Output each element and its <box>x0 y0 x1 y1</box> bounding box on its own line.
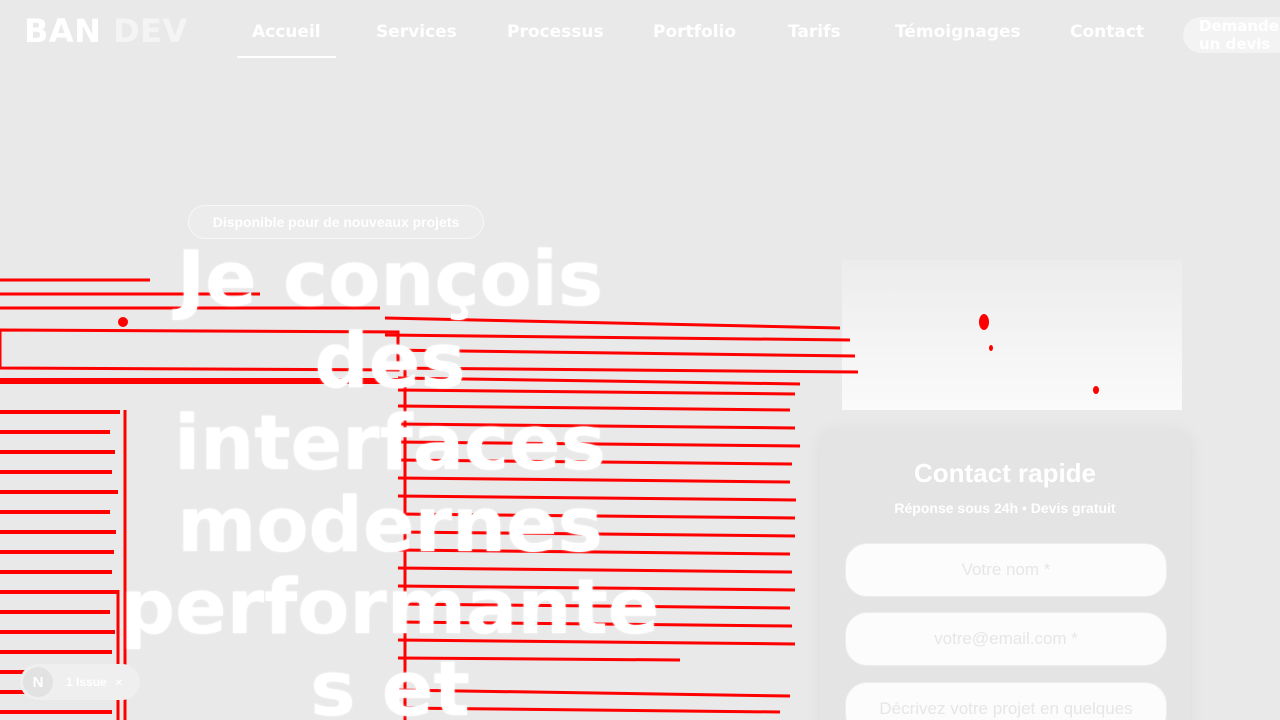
message-field[interactable] <box>845 682 1167 720</box>
email-field[interactable] <box>845 612 1167 666</box>
request-quote-line1: Demander <box>1199 17 1280 35</box>
hero-title-line: Je conçois <box>176 234 604 323</box>
hero-title-line: modernes <box>177 480 603 569</box>
nav-link-contact[interactable]: Contact <box>1070 22 1144 42</box>
nav-link-accueil[interactable]: Accueil <box>237 22 336 58</box>
nav-link-services[interactable]: Services <box>376 22 457 42</box>
nav-link-portfolio[interactable]: Portfolio <box>653 22 736 42</box>
contact-card-subtitle: Réponse sous 24h • Devis gratuit <box>894 500 1116 516</box>
nav-link-processus[interactable]: Processus <box>507 22 604 42</box>
hero-title: Je conçois des interfaces modernes perfo… <box>110 238 670 720</box>
contact-card-title: Contact rapide <box>913 458 1097 488</box>
dev-logo-icon[interactable]: N <box>23 667 53 697</box>
nav-link-temoignages[interactable]: Témoignages <box>895 22 1021 42</box>
issue-count-label[interactable]: 1 Issue <box>66 675 107 689</box>
site-header: BAN DEV Accueil Services Processus Portf… <box>0 0 1280 68</box>
dev-issues-toast[interactable]: N 1 Issue × <box>20 664 140 700</box>
hero-title-line: interfaces <box>174 398 606 487</box>
logo[interactable]: BAN DEV <box>24 12 188 50</box>
logo-light-text: DEV <box>113 12 188 50</box>
request-quote-line2: un devis <box>1199 35 1271 53</box>
name-field[interactable] <box>845 543 1167 597</box>
request-quote-button[interactable]: Demander un devis <box>1183 17 1280 53</box>
nav-link-tarifs[interactable]: Tarifs <box>788 22 841 42</box>
hero-title-line: des <box>314 316 466 405</box>
hero-title-line: performante <box>120 562 660 651</box>
close-icon[interactable]: × <box>115 674 123 690</box>
logo-strong-text: BAN <box>24 12 102 50</box>
image-artifact-specks <box>979 314 1099 394</box>
hero-title-line: s et <box>310 644 470 720</box>
